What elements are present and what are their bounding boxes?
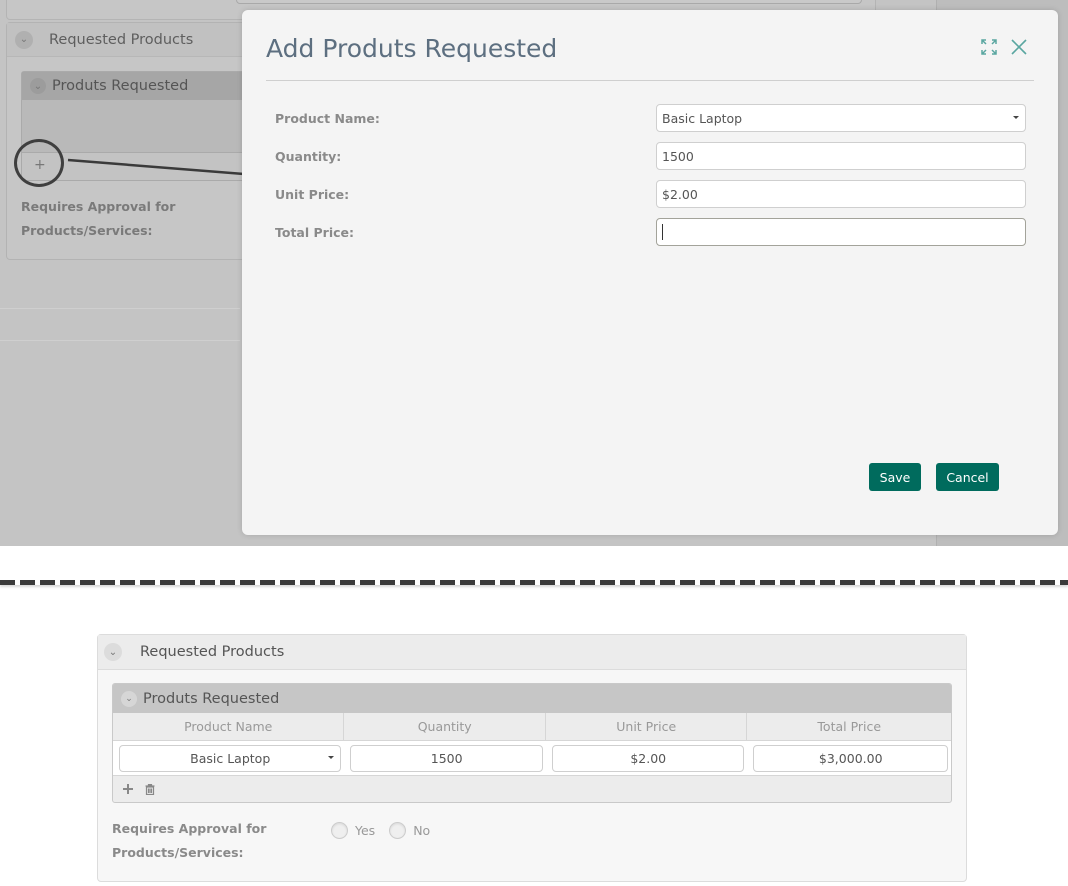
column-header-quantity: Quantity: [344, 713, 546, 740]
product-name-value: Basic Laptop: [190, 750, 271, 766]
form-row-total-price: Total Price:: [275, 218, 1026, 246]
background-subsection-header: ⌄ Produts Requested: [22, 72, 260, 100]
background-approval-label: Requires Approval for Products/Services:: [21, 195, 175, 243]
radio-yes[interactable]: [331, 822, 348, 839]
background-subsection-title: Produts Requested: [52, 78, 189, 94]
callout-arrow-icon: [67, 158, 264, 181]
text-caret: [662, 224, 663, 240]
column-header-unit-price: Unit Price: [546, 713, 748, 740]
quantity-input[interactable]: 1500: [656, 142, 1026, 170]
total-price-input[interactable]: [656, 218, 1026, 246]
approval-label-line2: Products/Services:: [112, 845, 244, 860]
table-row: Basic Laptop 1500 $2.00 $3,000.00: [113, 741, 951, 776]
unit-price-value: $2.00: [630, 750, 667, 766]
unit-price-value: $2.00: [662, 186, 698, 202]
expand-icon[interactable]: [980, 38, 998, 56]
product-name-select[interactable]: Basic Laptop: [656, 104, 1026, 132]
approval-label-line1: Requires Approval for: [21, 199, 176, 214]
chevron-down-icon[interactable]: ⌄: [104, 643, 122, 661]
cell-quantity: 1500: [344, 744, 546, 772]
card-header: ⌄ Requested Products: [98, 635, 966, 670]
background-line: [0, 308, 240, 309]
radio-no-label[interactable]: No: [413, 823, 430, 838]
products-requested-grid: ⌄ Produts Requested Product Name Quantit…: [112, 683, 952, 803]
section-title: Requested Products: [140, 644, 285, 660]
chevron-down-icon: ⌄: [15, 30, 33, 49]
unit-price-label: Unit Price:: [275, 186, 350, 202]
modal-title: Add Produts Requested: [266, 34, 558, 63]
save-button[interactable]: Save: [869, 463, 921, 491]
approval-radio-group: Yes No: [331, 822, 444, 839]
add-products-modal: Add Produts Requested Product Name: Basi…: [242, 10, 1058, 535]
dashed-separator: [0, 580, 1068, 585]
cell-product-name: Basic Laptop: [113, 744, 344, 772]
background-section-title: Requested Products: [49, 31, 194, 48]
chevron-down-icon[interactable]: ⌄: [121, 690, 137, 707]
modal-divider: [266, 80, 1034, 81]
quantity-value: 1500: [662, 148, 694, 164]
modal-screenshot: ⌄ Requested Products ⌄ Produts Requested…: [0, 0, 1068, 546]
background-line: [0, 340, 240, 341]
total-price-label: Total Price:: [275, 224, 354, 240]
column-header-product-name: Product Name: [113, 713, 345, 740]
quantity-label: Quantity:: [275, 148, 342, 164]
grid-header: Product Name Quantity Unit Price Total P…: [113, 713, 951, 741]
chevron-down-icon: ⌄: [30, 78, 46, 94]
dropdown-arrow-icon: [328, 755, 335, 759]
add-icon[interactable]: [123, 784, 133, 794]
cell-total-price: $3,000.00: [747, 744, 951, 772]
close-icon[interactable]: [1010, 38, 1028, 56]
product-name-select[interactable]: Basic Laptop: [119, 744, 342, 772]
form-row-quantity: Quantity: 1500: [275, 142, 1026, 170]
product-name-label: Product Name:: [275, 110, 380, 126]
approval-label: Requires Approval for Products/Services:: [112, 817, 266, 865]
quantity-value: 1500: [430, 750, 463, 766]
column-header-total-price: Total Price: [817, 719, 882, 734]
form-row-unit-price: Unit Price: $2.00: [275, 180, 1026, 208]
total-price-input[interactable]: $3,000.00: [753, 744, 948, 772]
cancel-button[interactable]: Cancel: [936, 463, 999, 491]
unit-price-input[interactable]: $2.00: [551, 744, 745, 772]
modal-header-icons: [980, 38, 1028, 56]
total-price-value: $3,000.00: [818, 750, 883, 766]
approval-label-line1: Requires Approval for: [112, 821, 267, 836]
grid-footer: [113, 776, 951, 802]
background-card-header: ⌄ Requested Products: [7, 23, 265, 57]
background-field-top: [236, 0, 862, 4]
radio-yes-label[interactable]: Yes: [355, 823, 375, 838]
callout-circle: [14, 139, 64, 187]
product-name-value: Basic Laptop: [662, 110, 743, 126]
dropdown-arrow-icon: [1013, 116, 1019, 119]
quantity-input[interactable]: 1500: [350, 744, 543, 772]
grid-title: Produts Requested: [143, 690, 280, 707]
form-row-product-name: Product Name: Basic Laptop: [275, 104, 1026, 132]
unit-price-input[interactable]: $2.00: [656, 180, 1026, 208]
cell-unit-price: $2.00: [546, 744, 748, 772]
approval-label-line2: Products/Services:: [21, 223, 153, 238]
radio-no[interactable]: [389, 822, 407, 839]
requested-products-card: ⌄ Requested Products ⌄ Produts Requested…: [97, 634, 967, 882]
grid-title-bar: ⌄ Produts Requested: [113, 684, 951, 713]
trash-icon[interactable]: [145, 783, 155, 795]
